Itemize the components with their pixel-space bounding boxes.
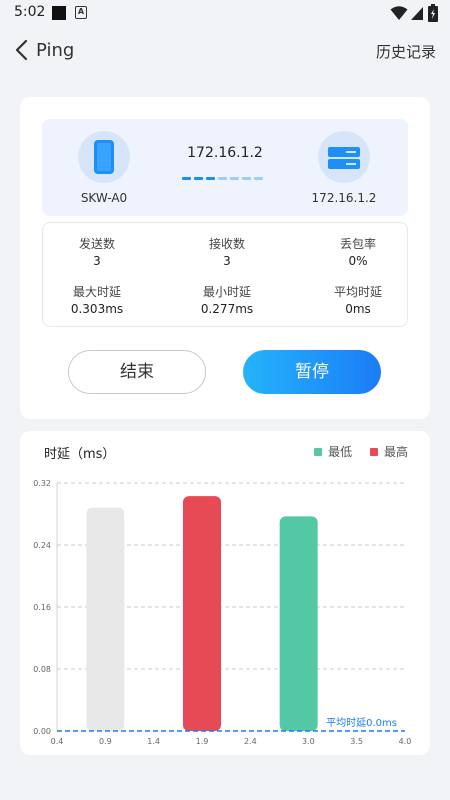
app-bar: Ping 历史记录	[0, 28, 450, 74]
battery-icon	[428, 4, 438, 22]
connection-progress-dashes	[182, 165, 270, 180]
back-arrow-icon[interactable]	[12, 38, 34, 62]
stat-label: 接收数	[208, 237, 245, 251]
stat-label: 发送数	[78, 237, 115, 251]
source-device-avatar	[78, 131, 130, 183]
bar	[279, 516, 318, 731]
end-button[interactable]: 结束	[68, 350, 206, 394]
stat-sent: 发送数 3	[47, 235, 147, 268]
x-tick-label: 1.9	[196, 737, 209, 746]
target-device-avatar	[318, 131, 370, 183]
target-device-ip: 172.16.1.2	[311, 191, 377, 205]
stat-label: 平均时延	[333, 285, 382, 299]
history-button[interactable]: 历史记录	[376, 41, 436, 62]
stat-value: 0.303ms	[70, 302, 124, 316]
source-device-name: SKW-A0	[80, 191, 128, 205]
stat-label: 最大时延	[72, 285, 121, 299]
stat-value: 0ms	[345, 302, 371, 316]
x-tick-label: 0.9	[99, 737, 112, 746]
pause-button[interactable]: 暂停	[243, 350, 381, 394]
bar	[183, 496, 221, 731]
phone-icon	[94, 140, 114, 174]
stat-value: 0%	[348, 254, 368, 268]
x-tick-label: 3.5	[350, 737, 363, 746]
stat-label: 丢包率	[339, 237, 376, 251]
x-tick-label: 2.4	[244, 737, 257, 746]
status-bar: 5:02 A	[0, 0, 450, 26]
stat-value: 3	[223, 254, 231, 268]
x-tick-label: 3.0	[302, 737, 315, 746]
page-title: Ping	[36, 40, 75, 61]
x-tick-label: 4.0	[399, 737, 412, 746]
stat-value: 3	[93, 254, 101, 268]
connection-panel: 172.16.1.2 SKW-A0 172.16.1.2	[42, 119, 408, 216]
y-tick-label: 0.08	[33, 665, 51, 674]
stat-received: 接收数 3	[177, 235, 277, 268]
stats-panel: 发送数 3 接收数 3 丢包率 0% 最大时延 0.303ms 最小时延 0.2…	[42, 222, 408, 327]
stat-value: 0.277ms	[200, 302, 254, 316]
x-tick-label: 0.4	[51, 737, 64, 746]
stat-avg-latency: 平均时延 0ms	[308, 283, 408, 316]
x-tick-label: 1.4	[147, 737, 160, 746]
stat-label: 最小时延	[202, 285, 251, 299]
y-tick-label: 0.00	[33, 727, 51, 736]
server-icon	[328, 147, 360, 169]
signal-icon	[411, 7, 423, 20]
ping-status-card: 172.16.1.2 SKW-A0 172.16.1.2 发送数 3 接收数 3…	[20, 97, 430, 419]
stat-max-latency: 最大时延 0.303ms	[47, 283, 147, 316]
latency-chart-card: 时延（ms） 最低 最高 0.00 0.08 0.16 0.24 0.32 平均时延0.0…	[20, 431, 430, 755]
wifi-icon	[390, 6, 408, 20]
average-line-label: 平均时延0.0ms	[326, 717, 397, 729]
y-tick-label: 0.32	[33, 479, 51, 488]
stat-min-latency: 最小时延 0.277ms	[177, 283, 277, 316]
y-tick-label: 0.24	[33, 541, 51, 550]
bar	[86, 507, 125, 731]
status-time: 5:02	[14, 4, 46, 20]
notification-icon	[52, 6, 66, 20]
target-ip-label: 172.16.1.2	[187, 145, 263, 161]
y-tick-label: 0.16	[33, 603, 51, 612]
stat-loss-rate: 丢包率 0%	[308, 235, 408, 268]
latency-bar-chart: 0.00 0.08 0.16 0.24 0.32 平均时延0.0ms 0.4 0.9 1.4 1.…	[33, 479, 412, 746]
app-notification-icon: A	[75, 6, 87, 19]
